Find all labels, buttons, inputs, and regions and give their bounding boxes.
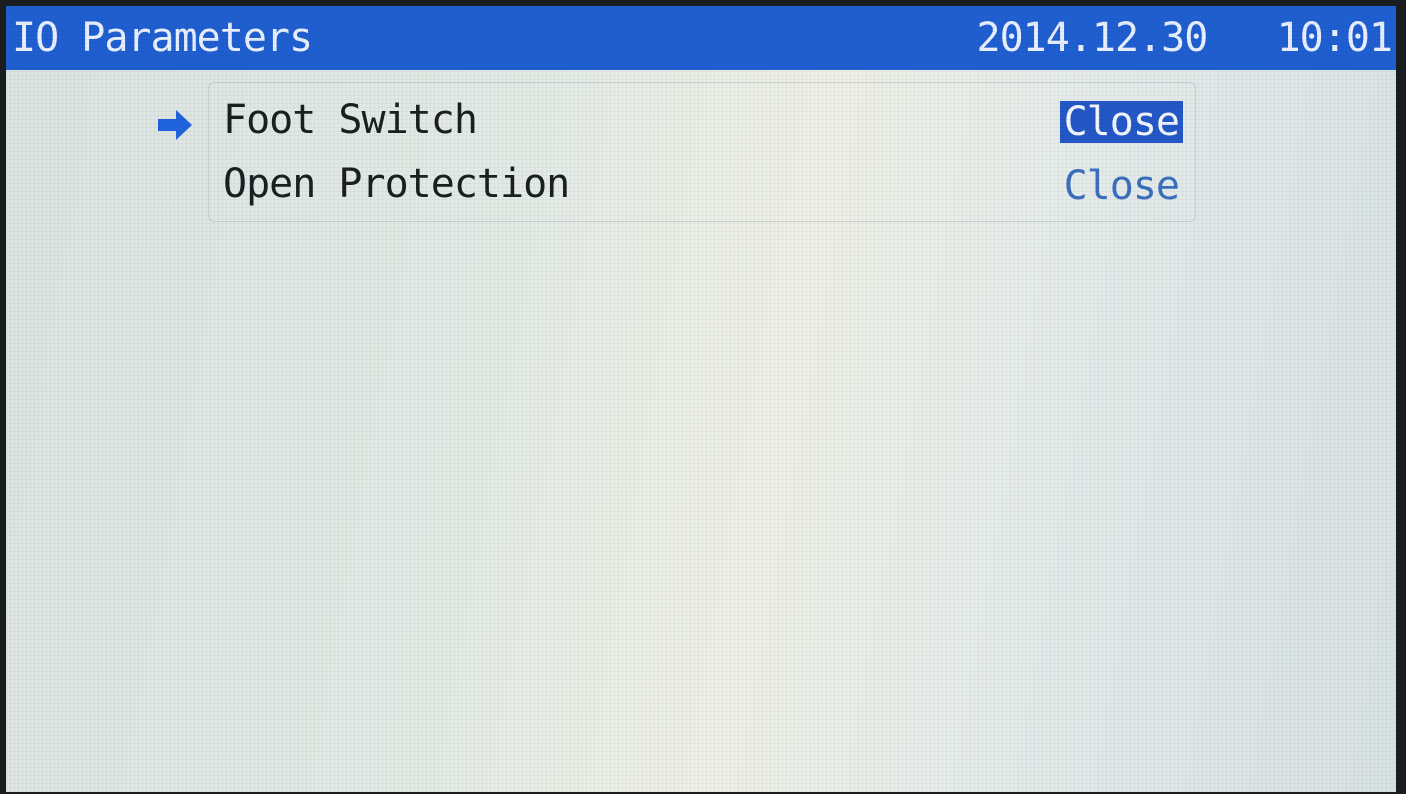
open-protection-value[interactable]: Close	[1060, 165, 1183, 207]
lcd-screen: IO Parameters 2014.12.30 10:01 Foot Swit…	[6, 6, 1396, 792]
time-display: 10:01	[1276, 15, 1393, 61]
right-arrow-icon	[158, 110, 192, 140]
date-time-display: 2014.12.30 10:01	[976, 6, 1394, 70]
title-bar: IO Parameters 2014.12.30 10:01	[6, 6, 1396, 70]
menu-item-open-protection[interactable]: Open Protection Close	[209, 153, 1195, 215]
page-title: IO Parameters	[12, 15, 313, 61]
foot-switch-value[interactable]: Close	[1059, 101, 1183, 143]
io-parameters-menu: Foot Switch Close Open Protection Close	[208, 82, 1196, 222]
date-display: 2014.12.30	[976, 15, 1209, 61]
menu-item-foot-switch[interactable]: Foot Switch Close	[209, 89, 1195, 151]
menu-item-label: Open Protection	[223, 161, 570, 207]
menu-item-label: Foot Switch	[223, 97, 478, 143]
